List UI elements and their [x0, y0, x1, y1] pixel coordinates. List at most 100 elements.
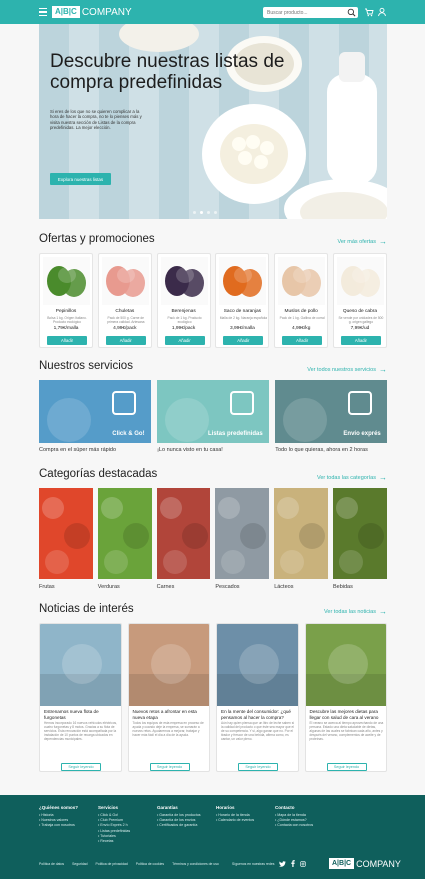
twitter-icon[interactable]: [279, 860, 287, 867]
category-image[interactable]: [332, 488, 387, 579]
footer-link[interactable]: • Calendario de eventos: [216, 818, 254, 823]
service-image[interactable]: Listas predefinidas: [157, 380, 269, 443]
carousel-dot[interactable]: [207, 211, 210, 214]
product-card[interactable]: Berenjenas Pack de 1 kg. Producto ecológi…: [156, 253, 211, 348]
see-all-news-link[interactable]: Ver todas las noticias →: [324, 607, 387, 616]
add-to-cart-button[interactable]: Añadir: [164, 336, 205, 345]
product-card[interactable]: Saco de naranjas Malla de 2 kg. Naranja e…: [215, 253, 270, 348]
footer-link[interactable]: • Trabaja con nosotros: [39, 823, 78, 828]
news-card[interactable]: En la mente del consumidor: ¿qué pensamo…: [216, 623, 299, 772]
service-card[interactable]: Click & Go! Compra en el súper más rápido: [39, 380, 151, 453]
see-all-news-label: Ver todas las noticias: [324, 608, 376, 615]
product-image[interactable]: [43, 257, 90, 305]
product-card[interactable]: Muslos de pollo Pack de 1 kg. Gallina de …: [274, 253, 329, 348]
category-card[interactable]: Frutas: [39, 488, 93, 590]
product-card[interactable]: Queso de cabra Se vende por unidades de 5…: [332, 253, 387, 348]
menu-icon[interactable]: [39, 8, 47, 16]
footer-link[interactable]: • Recetas: [98, 839, 130, 844]
footer-link[interactable]: • Contacta con nosotros: [275, 823, 313, 828]
product-card[interactable]: Chuletas Pack de 500 g. Carne de primera …: [97, 253, 152, 348]
product-name: Berenjenas: [171, 309, 196, 314]
arrow-right-icon: →: [379, 607, 387, 616]
category-photo: [156, 488, 211, 579]
category-image[interactable]: [156, 488, 211, 579]
service-card[interactable]: Envío exprés Todo lo que quieras, ahora e…: [275, 380, 387, 453]
legal-link[interactable]: Política de privacidad: [96, 862, 128, 866]
legal-link[interactable]: Términos y condiciones de uso: [172, 862, 219, 866]
legal-link[interactable]: Seguridad: [72, 862, 87, 866]
news-image[interactable]: [217, 624, 298, 706]
footer-column: Servicios • Click & Go! • Club Premium • En…: [98, 805, 130, 844]
product-image[interactable]: [160, 257, 208, 305]
explore-lists-button[interactable]: Explora nuestras listas: [50, 173, 111, 185]
news-title: Nuevos retos a afrontar en esta nueva et…: [132, 709, 197, 720]
category-image[interactable]: [97, 488, 152, 579]
brand-logo[interactable]: A|B|C COMPANY: [52, 6, 132, 18]
news-card[interactable]: Estrenamos nueva flota de furgonetas Hemo…: [39, 623, 122, 772]
product-card[interactable]: Pepinillos Bolsa 1 kg. Origen Italiano. P…: [39, 253, 94, 348]
service-label: Envío exprés: [343, 431, 381, 437]
category-card[interactable]: Lácteos: [274, 488, 328, 590]
category-card[interactable]: Pescados: [215, 488, 270, 590]
instagram-icon[interactable]: [300, 860, 307, 867]
footer-logo[interactable]: A|B|C COMPANY: [329, 858, 401, 869]
news-image[interactable]: [128, 624, 209, 706]
product-image[interactable]: [336, 257, 384, 305]
read-more-button[interactable]: Seguir leyendo: [326, 763, 367, 771]
facebook-icon[interactable]: [291, 860, 296, 867]
carousel-dot[interactable]: [193, 211, 196, 214]
see-all-categories-link[interactable]: Ver todas las categorías →: [317, 473, 387, 482]
services-title: Nuestros servicios: [39, 360, 133, 372]
see-more-offers-link[interactable]: Ver más ofertas →: [337, 237, 387, 246]
news-card[interactable]: Descubre las mejores dietas para llegar …: [304, 623, 387, 772]
news-title: Descubre las mejores dietas para llegar …: [309, 709, 379, 720]
read-more-button[interactable]: Seguir leyendo: [238, 763, 278, 771]
brand-name: COMPANY: [81, 6, 132, 18]
service-image[interactable]: Envío exprés: [275, 380, 387, 443]
arrow-right-icon: →: [379, 237, 387, 246]
category-card[interactable]: Bebidas: [332, 488, 387, 590]
legal-link[interactable]: Política de cookies: [136, 862, 164, 866]
product-image[interactable]: [219, 257, 267, 305]
add-to-cart-button[interactable]: Añadir: [340, 336, 381, 345]
search-input[interactable]: [263, 9, 343, 16]
news-image[interactable]: [40, 624, 121, 706]
service-label: Click & Go!: [112, 431, 145, 437]
news-image[interactable]: [305, 624, 386, 706]
news-title: Estrenamos nueva flota de furgonetas: [44, 709, 99, 720]
legal-link[interactable]: Política de datos: [39, 862, 64, 866]
category-card[interactable]: Verduras: [97, 488, 152, 590]
footer-link[interactable]: • Envío Exprés 2 h: [98, 823, 130, 828]
see-all-services-link[interactable]: Ver todos nuestros servicios →: [307, 365, 387, 374]
category-image[interactable]: [215, 488, 270, 579]
service-image[interactable]: Click & Go!: [39, 380, 151, 443]
product-image[interactable]: [101, 257, 149, 305]
arrow-right-icon: →: [379, 365, 387, 374]
category-card[interactable]: Carnes: [156, 488, 211, 590]
carousel-dot[interactable]: [214, 211, 217, 214]
product-image[interactable]: [278, 257, 326, 305]
add-to-cart-button[interactable]: Añadir: [223, 336, 264, 345]
read-more-button[interactable]: Seguir leyendo: [149, 763, 190, 771]
product-name: Muslos de pollo: [284, 309, 318, 314]
search-icon[interactable]: [347, 8, 356, 17]
carousel-dot[interactable]: [200, 211, 203, 214]
services-list: Click & Go! Compra en el súper más rápido…: [39, 380, 387, 453]
read-more-button[interactable]: Seguir leyendo: [61, 763, 101, 771]
service-caption: ¡Lo nunca visto en tu casa!: [157, 447, 223, 453]
news-card[interactable]: Nuevos retos a afrontar en esta nueva et…: [127, 623, 210, 772]
add-to-cart-button[interactable]: Añadir: [47, 336, 87, 345]
footer-column: ¿Quiénes somos? • Historia • Nuestros valo…: [39, 805, 78, 829]
category-name: Lácteos: [274, 584, 294, 590]
product-price: 4,99€/pack: [113, 326, 137, 331]
category-image[interactable]: [274, 488, 328, 579]
category-image[interactable]: [39, 488, 93, 579]
add-to-cart-button[interactable]: Añadir: [282, 336, 323, 345]
cart-icon[interactable]: [364, 7, 374, 17]
category-photo: [332, 488, 387, 579]
service-caption: Compra en el súper más rápido: [39, 447, 117, 453]
add-to-cart-button[interactable]: Añadir: [105, 336, 146, 345]
service-card[interactable]: Listas predefinidas ¡Lo nunca visto en tu…: [157, 380, 269, 453]
user-icon[interactable]: [377, 7, 387, 17]
footer-link[interactable]: • Certificados de garantía: [157, 823, 201, 828]
